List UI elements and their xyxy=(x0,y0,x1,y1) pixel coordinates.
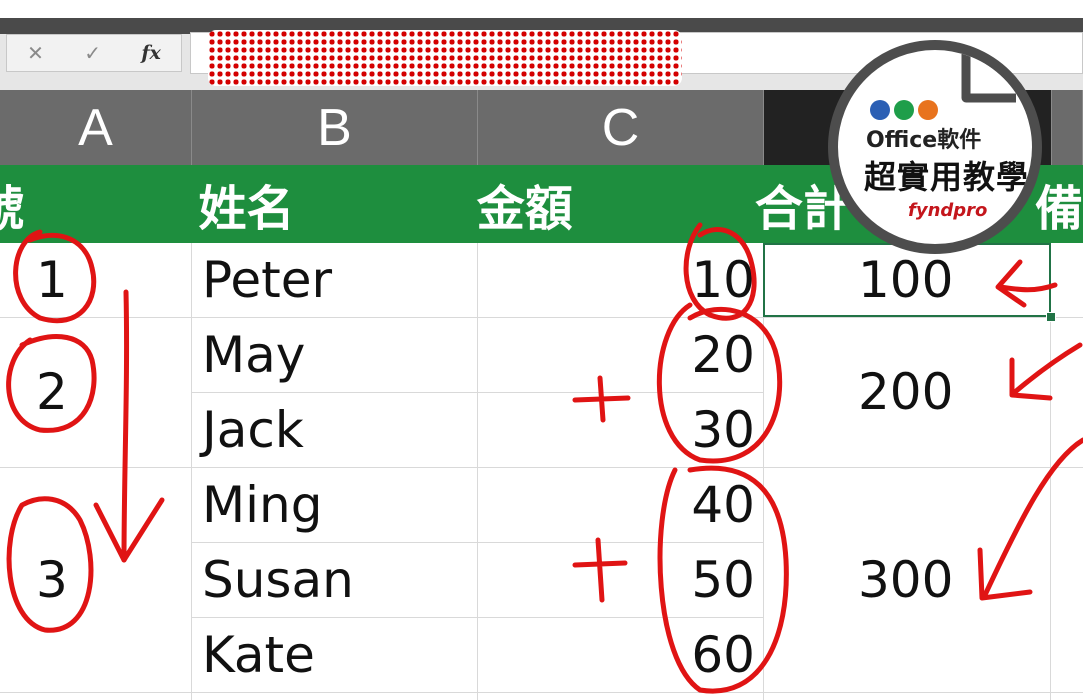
cell-number[interactable]: 3 xyxy=(36,543,68,618)
cell-amount[interactable]: 40 xyxy=(691,468,755,543)
cell-amount[interactable]: 50 xyxy=(691,543,755,618)
grid-line xyxy=(477,243,478,700)
column-header-e[interactable] xyxy=(1052,90,1083,165)
cell-name[interactable]: Susan xyxy=(202,543,354,618)
cell-number[interactable]: 2 xyxy=(36,355,68,430)
cell-name[interactable]: Ming xyxy=(202,468,322,543)
cell-amount[interactable]: 60 xyxy=(691,618,755,693)
grid-line xyxy=(191,243,192,700)
cell-name[interactable]: Jack xyxy=(202,393,304,468)
cell-amount[interactable]: 30 xyxy=(691,393,755,468)
cell-name[interactable]: Kate xyxy=(202,618,315,693)
cell-amount[interactable]: 20 xyxy=(691,318,755,393)
logo-dots xyxy=(870,100,938,120)
enter-icon[interactable]: ✓ xyxy=(84,41,101,65)
active-cell-selection[interactable] xyxy=(763,243,1051,317)
header-cell-amount[interactable]: 金額 xyxy=(465,165,743,243)
office-tutorial-logo: Office軟件 超實用教學 fyndpro xyxy=(828,40,1042,254)
cancel-icon[interactable]: ✕ xyxy=(27,41,44,65)
column-header-a[interactable]: A xyxy=(0,90,192,165)
window-top-strip xyxy=(0,0,1083,18)
header-cell-name[interactable]: 姓名 xyxy=(187,165,465,243)
insert-function-icon[interactable]: fx xyxy=(141,42,161,64)
logo-brand: fyndpro xyxy=(908,200,988,221)
header-cell-number[interactable]: 號 xyxy=(0,165,163,243)
logo-dot-icon xyxy=(870,100,890,120)
cell-amount[interactable]: 10 xyxy=(691,243,755,318)
cell-name[interactable]: May xyxy=(202,318,305,393)
grid-line xyxy=(0,692,1083,693)
data-grid[interactable]: 1 2 3 Peter May Jack Ming Susan Kate 10 … xyxy=(0,243,1083,700)
fill-handle[interactable] xyxy=(1046,312,1056,322)
logo-dot-icon xyxy=(918,100,938,120)
column-header-c[interactable]: C xyxy=(478,90,764,165)
column-header-b[interactable]: B xyxy=(192,90,478,165)
logo-dot-icon xyxy=(894,100,914,120)
redacted-formula-content xyxy=(208,30,682,86)
grid-line xyxy=(0,467,1083,468)
cell-total[interactable]: 200 xyxy=(858,355,953,430)
cell-total[interactable]: 300 xyxy=(858,543,953,618)
page-fold-icon xyxy=(960,50,1032,122)
logo-line-1: Office軟件 xyxy=(866,128,982,153)
logo-line-2: 超實用教學 xyxy=(864,158,1030,196)
formula-controls: ✕ ✓ fx xyxy=(6,34,182,72)
cell-name[interactable]: Peter xyxy=(202,243,332,318)
cell-number[interactable]: 1 xyxy=(36,243,68,318)
